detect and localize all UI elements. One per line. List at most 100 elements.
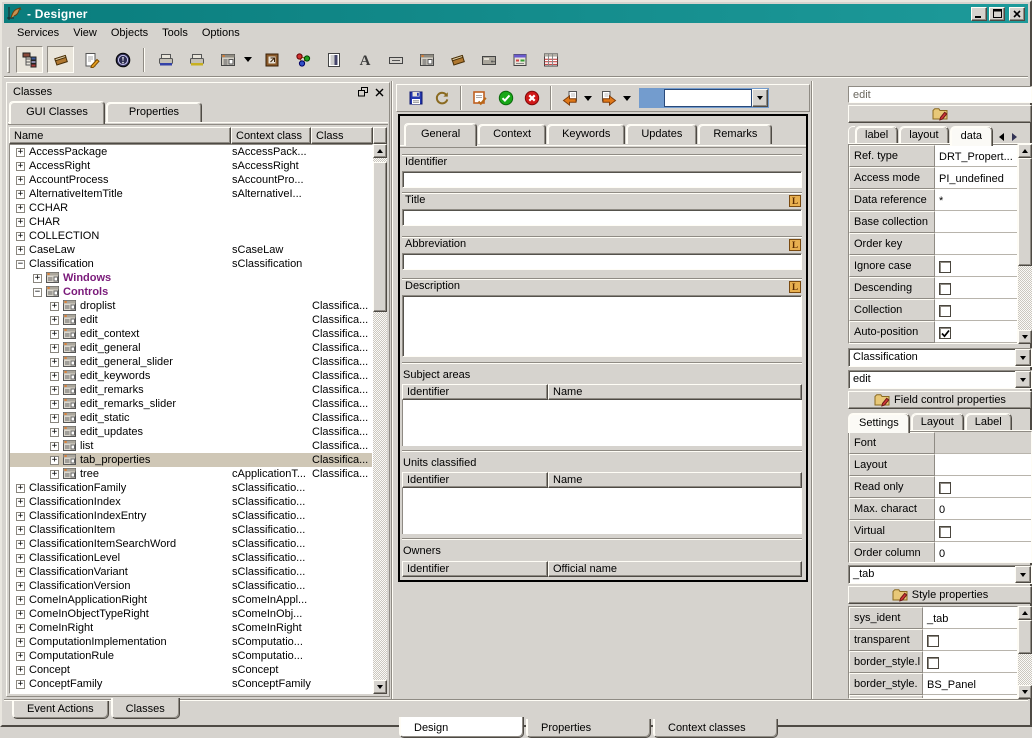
- menu-services[interactable]: Services: [10, 25, 66, 41]
- menu-view[interactable]: View: [66, 25, 104, 41]
- panel-splitter-left[interactable]: [391, 81, 393, 699]
- scroll-down-icon[interactable]: [1018, 685, 1032, 699]
- checkbox-unchecked-icon[interactable]: [939, 482, 951, 494]
- style-properties-button[interactable]: Style properties: [848, 586, 1032, 604]
- expand-icon[interactable]: +: [16, 176, 25, 185]
- column-class[interactable]: Class: [311, 127, 373, 144]
- tab-context-classes[interactable]: Context classes: [653, 719, 778, 738]
- expand-icon[interactable]: +: [16, 148, 25, 157]
- tab-label[interactable]: Label: [965, 413, 1012, 431]
- open-properties-button[interactable]: [848, 105, 1032, 123]
- tree-row-edit-general[interactable]: +edit_generalClassifica...: [10, 341, 372, 355]
- report-icon[interactable]: [320, 46, 347, 73]
- expand-icon[interactable]: +: [16, 596, 25, 605]
- title-input[interactable]: [402, 209, 802, 226]
- tree-row-controls[interactable]: −Controls: [10, 285, 372, 299]
- scroll-up-icon[interactable]: [1018, 144, 1032, 158]
- panel-splitter-right[interactable]: [811, 81, 813, 699]
- property-value[interactable]: [935, 211, 1017, 233]
- tab-keywords[interactable]: Keywords: [547, 124, 625, 144]
- tree-row-edit-remarks-slider[interactable]: +edit_remarks_sliderClassifica...: [10, 397, 372, 411]
- tree-row-classificationfamily[interactable]: +ClassificationFamilysClassificatio...: [10, 481, 372, 495]
- nav-forward-icon[interactable]: [597, 86, 621, 110]
- expand-icon[interactable]: +: [16, 190, 25, 199]
- tree-row-edit-keywords[interactable]: +edit_keywordsClassifica...: [10, 369, 372, 383]
- property-value[interactable]: 0: [935, 542, 1031, 563]
- checkbox-unchecked-icon[interactable]: [939, 305, 951, 317]
- column-identifier[interactable]: Identifier: [402, 561, 548, 577]
- tree-row-accessright[interactable]: +AccessRightsAccessRight: [10, 159, 372, 173]
- collapse-icon[interactable]: −: [33, 288, 42, 297]
- grid-icon[interactable]: [537, 46, 564, 73]
- tree-row-classificationversion[interactable]: +ClassificationVersionsClassificatio...: [10, 579, 372, 593]
- checkbox-unchecked-icon[interactable]: [927, 635, 939, 647]
- expand-icon[interactable]: +: [16, 680, 25, 689]
- expand-icon[interactable]: +: [50, 316, 59, 325]
- property-value[interactable]: [935, 321, 1017, 343]
- property-value[interactable]: DRT_Propert...: [935, 145, 1017, 167]
- column-name[interactable]: Name: [9, 127, 231, 144]
- tree-row-char[interactable]: +CHAR: [10, 215, 372, 229]
- device-icon[interactable]: [475, 46, 502, 73]
- expand-icon[interactable]: +: [16, 232, 25, 241]
- property-value[interactable]: [935, 476, 1031, 498]
- expand-icon[interactable]: +: [16, 652, 25, 661]
- tree-row-concept[interactable]: +ConceptsConcept: [10, 663, 372, 677]
- edit-document-icon[interactable]: [78, 46, 105, 73]
- tree-row-edit-general-slider[interactable]: +edit_general_sliderClassifica...: [10, 355, 372, 369]
- tab-context[interactable]: Context: [478, 124, 546, 144]
- column-name[interactable]: Name: [548, 384, 802, 400]
- scrollbar-thumb[interactable]: [373, 162, 387, 312]
- expand-icon[interactable]: +: [16, 582, 25, 591]
- expand-icon[interactable]: +: [16, 610, 25, 619]
- tab-event-actions[interactable]: Event Actions: [12, 700, 109, 719]
- object-name-field[interactable]: edit: [848, 86, 1032, 103]
- tree-row-classification[interactable]: −ClassificationsClassification: [10, 257, 372, 271]
- column-official-name[interactable]: Official name: [548, 561, 802, 577]
- tree-row-computationimplementation[interactable]: +ComputationImplementationsComputatio...: [10, 635, 372, 649]
- checkbox-checked-icon[interactable]: [939, 327, 951, 339]
- printer-blue-icon[interactable]: [152, 46, 179, 73]
- package-icon[interactable]: [47, 46, 74, 73]
- scroll-down-icon[interactable]: [373, 680, 387, 694]
- tree-row-comeinright[interactable]: +ComeInRightsComeInRight: [10, 621, 372, 635]
- expand-icon[interactable]: +: [16, 246, 25, 255]
- checkbox-unchecked-icon[interactable]: [939, 261, 951, 273]
- property-value[interactable]: _tab: [923, 607, 1017, 629]
- tree-row-alternativeitemtitle[interactable]: +AlternativeItemTitlesAlternativeI...: [10, 187, 372, 201]
- expand-icon[interactable]: +: [33, 274, 42, 283]
- tree-row-conceptualdomain[interactable]: +ConceptualDomainsConceptual: [10, 691, 372, 694]
- tree-row-edit-context[interactable]: +edit_contextClassifica...: [10, 327, 372, 341]
- expand-icon[interactable]: +: [50, 386, 59, 395]
- class-combo[interactable]: Classification: [848, 348, 1032, 367]
- tree-row-caselaw[interactable]: +CaseLawsCaseLaw: [10, 243, 372, 257]
- expand-icon[interactable]: +: [50, 330, 59, 339]
- tree-row-comeinapplicationright[interactable]: +ComeInApplicationRightsComeInAppl...: [10, 593, 372, 607]
- expand-icon[interactable]: +: [16, 540, 25, 549]
- tab-properties[interactable]: Properties: [526, 719, 651, 738]
- property-value[interactable]: [935, 233, 1017, 255]
- expand-icon[interactable]: +: [50, 428, 59, 437]
- validate-form-icon[interactable]: [468, 86, 492, 110]
- printer-yellow-icon[interactable]: [183, 46, 210, 73]
- expand-icon[interactable]: +: [50, 302, 59, 311]
- control-combo[interactable]: edit: [848, 370, 1032, 389]
- tab-gui-classes[interactable]: GUI Classes: [9, 101, 105, 124]
- dialog-icon[interactable]: [506, 46, 533, 73]
- property-value[interactable]: [935, 255, 1017, 277]
- tab-layout[interactable]: Layout: [911, 413, 964, 431]
- dropdown-caret-icon[interactable]: [584, 96, 592, 101]
- info-icon[interactable]: !: [109, 46, 136, 73]
- data-grid-scrollbar[interactable]: [1018, 144, 1032, 344]
- form-window-icon[interactable]: [214, 46, 241, 73]
- maximize-button[interactable]: [989, 7, 1005, 21]
- expand-icon[interactable]: +: [16, 484, 25, 493]
- expand-icon[interactable]: +: [16, 568, 25, 577]
- property-value[interactable]: *: [935, 189, 1017, 211]
- combo-value[interactable]: [664, 89, 752, 107]
- scroll-up-icon[interactable]: [1018, 606, 1032, 620]
- expand-icon[interactable]: +: [16, 638, 25, 647]
- expand-icon[interactable]: +: [16, 512, 25, 521]
- units-classified-list[interactable]: [402, 488, 802, 534]
- style-grid-scrollbar[interactable]: [1018, 606, 1032, 699]
